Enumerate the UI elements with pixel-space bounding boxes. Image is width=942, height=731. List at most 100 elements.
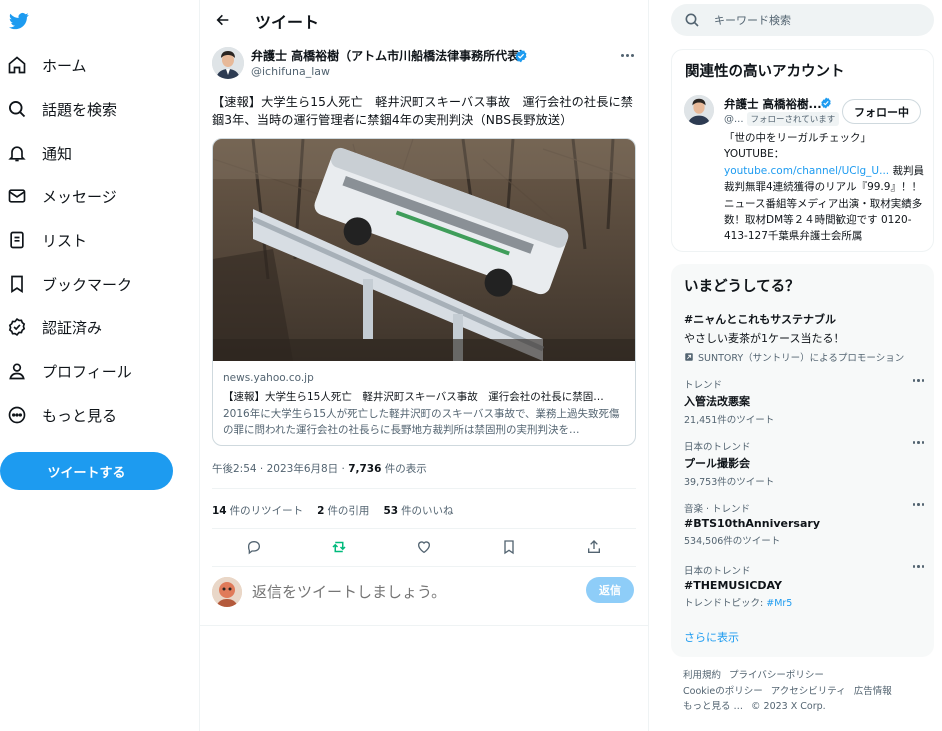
trends-panel: いまどうしてる？ #ニャんとこれもサステナブル やさしい麦茶が1ケース当たる！ … (671, 264, 934, 657)
related-avatar[interactable] (684, 95, 714, 125)
trend-title: プール撮影会 (684, 457, 750, 470)
tweet-stats: 14 件のリツイート 2 件の引用 53 件のいいね (212, 503, 454, 518)
back-arrow-icon[interactable] (212, 9, 234, 31)
view-count-label: 件の表示 (381, 463, 427, 475)
list-icon (6, 229, 28, 251)
show-more-link[interactable]: さらに表示 (684, 629, 739, 645)
bell-icon (6, 142, 28, 164)
bio-link[interactable]: youtube.com/channel/UClg_U... (724, 165, 889, 177)
footer-links: 利用規約 プライバシーポリシー Cookieのポリシー アクセシビリティ 広告情報 も… (683, 668, 923, 715)
footer-privacy[interactable]: プライバシーポリシー (729, 670, 824, 681)
nav-explore[interactable]: 話題を検索 (6, 92, 117, 126)
person-icon (6, 360, 28, 382)
more-options-icon[interactable] (912, 441, 924, 444)
news-photo-bus-accident[interactable] (213, 139, 636, 361)
like-stat[interactable]: 53 件のいいね (383, 503, 453, 518)
tweet-actions (212, 535, 636, 559)
related-name[interactable]: 弁護士 高橋裕樹... (724, 96, 822, 112)
tweet-timestamp[interactable]: 午後2:54 · 2023年6月8日 · (212, 463, 348, 475)
trend-count: 21,451件のツイート (684, 415, 775, 426)
nav-label: ホーム (42, 56, 87, 75)
like-icon[interactable] (414, 537, 434, 557)
share-icon[interactable] (584, 537, 604, 557)
author-name[interactable]: 弁護士 高橋裕樹（アトム市川船橋法律事務所代表） (251, 47, 531, 64)
trend-title: #THEMUSICDAY (684, 579, 782, 592)
nav-label: 話題を検索 (42, 100, 118, 119)
divider (212, 528, 636, 529)
nav-messages[interactable]: メッセージ (6, 179, 117, 213)
nav-label: メッセージ (42, 187, 117, 206)
nav-verified[interactable]: 認証済み (6, 310, 102, 344)
trend-context: 日本のトレンド (684, 442, 751, 453)
search-box[interactable]: キーワード検索 (671, 4, 934, 36)
footer-ads[interactable]: 広告情報 (854, 686, 892, 697)
more-options-icon[interactable] (912, 379, 924, 382)
search-icon (685, 13, 699, 27)
trends-heading: いまどうしてる？ (684, 279, 800, 295)
nav-more[interactable]: もっと見る (6, 398, 117, 432)
author-avatar[interactable] (212, 47, 244, 79)
card-title: 【速報】大学生ら15人死亡 軽井沢町スキーバス事故 運行会社の社長に禁固… (223, 391, 604, 403)
trend-item[interactable]: 音楽 · トレンド #BTS10thAnniversary 534,506件のツ… (684, 501, 924, 547)
more-circle-icon (6, 404, 28, 426)
nav-home[interactable]: ホーム (6, 48, 87, 82)
view-count: 7,736 (348, 463, 382, 475)
footer-accessibility[interactable]: アクセシビリティ (771, 686, 846, 697)
twitter-bird-logo-icon[interactable] (8, 11, 30, 31)
trend-item[interactable]: トレンド 入管法改悪案 21,451件のツイート (684, 377, 924, 426)
footer-cookie[interactable]: Cookieのポリシー (683, 686, 763, 697)
bookmark-icon[interactable] (499, 537, 519, 557)
trend-context: トレンド (684, 380, 723, 391)
related-bio: 「世の中をリーガルチェック」YOUTUBE：youtube.com/channe… (724, 132, 924, 243)
retweet-icon[interactable] (329, 537, 349, 557)
trend-title: #BTS10thAnniversary (684, 517, 820, 530)
footer-terms[interactable]: 利用規約 (683, 670, 721, 681)
trend-count: 534,506件のツイート (684, 536, 781, 547)
trend-count: 39,753件のツイート (684, 477, 775, 488)
mail-icon (6, 185, 28, 207)
my-avatar[interactable] (212, 577, 242, 607)
quote-stat[interactable]: 2 件の引用 (317, 503, 369, 518)
nav-label: プロフィール (42, 362, 132, 381)
trend-topic-link[interactable]: #Mr5 (766, 598, 792, 609)
search-icon (6, 98, 28, 120)
following-button[interactable]: フォロー中 (842, 99, 921, 124)
nav-profile[interactable]: プロフィール (6, 354, 132, 388)
trend-title: 入管法改悪案 (684, 395, 750, 408)
trend-item[interactable]: 日本のトレンド プール撮影会 39,753件のツイート (684, 439, 924, 488)
footer-copyright: © 2023 X Corp. (751, 701, 826, 712)
nav-bookmarks[interactable]: ブックマーク (6, 267, 132, 301)
tweet-text: 【速報】大学生ら15人死亡 軽井沢町スキーバス事故 運行会社の社長に禁錮3年、当… (212, 95, 634, 127)
nav-label: ブックマーク (42, 275, 133, 294)
more-options-icon[interactable] (616, 47, 638, 63)
footer-more[interactable]: もっと見る … (683, 701, 743, 712)
more-options-icon[interactable] (912, 503, 924, 506)
reply-button[interactable]: 返信 (586, 577, 634, 603)
related-handle[interactable]: @... (724, 114, 744, 125)
author-handle[interactable]: @ichifuna_law (251, 65, 330, 78)
promoted-icon (685, 353, 693, 361)
more-options-icon[interactable] (912, 565, 924, 568)
nav-notifications[interactable]: 通知 (6, 136, 72, 170)
trend-context: 日本のトレンド (684, 566, 751, 577)
trend-context: 音楽 · トレンド (684, 504, 751, 515)
divider (212, 566, 636, 567)
nav-lists[interactable]: リスト (6, 223, 87, 257)
nav-label: もっと見る (42, 406, 118, 425)
verified-badge-icon (515, 49, 527, 63)
related-handle-row: @... フォローされています (724, 112, 840, 126)
divider (212, 488, 636, 489)
search-placeholder[interactable]: キーワード検索 (714, 12, 791, 28)
card-domain: news.yahoo.co.jp (223, 372, 314, 384)
page-title: ツイート (255, 13, 320, 32)
promoted-trend[interactable]: #ニャんとこれもサステナブル やさしい麦茶が1ケース当たる！ SUNTORY（サ… (684, 311, 924, 364)
retweet-stat[interactable]: 14 件のリツイート (212, 503, 303, 518)
trend-item[interactable]: 日本のトレンド #THEMUSICDAY トレンドトピック: #Mr5 (684, 563, 924, 609)
verified-badge-icon (821, 97, 831, 109)
link-card[interactable]: news.yahoo.co.jp 【速報】大学生ら15人死亡 軽井沢町スキーバス… (212, 138, 636, 446)
promo-title: #ニャんとこれもサステナブル (684, 313, 836, 326)
reply-input[interactable] (252, 580, 552, 604)
nav-label: リスト (42, 231, 88, 250)
reply-icon[interactable] (244, 537, 264, 557)
compose-tweet-button[interactable]: ツイートする (0, 452, 173, 490)
